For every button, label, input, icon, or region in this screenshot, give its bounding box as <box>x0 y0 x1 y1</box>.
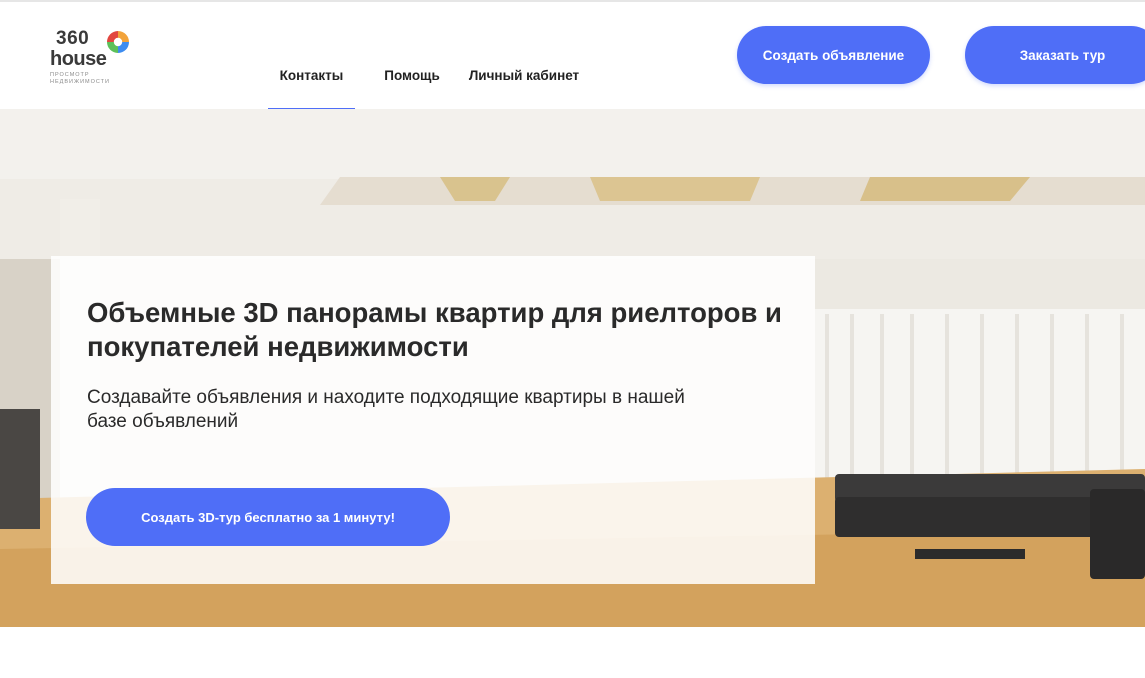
hero-section: Объемные 3D панорамы квартир для риелтор… <box>0 109 1145 627</box>
create-listing-button[interactable]: Создать объявление <box>737 26 930 84</box>
create-3d-tour-button[interactable]: Создать 3D-тур бесплатно за 1 минуту! <box>86 488 450 546</box>
hero-title: Объемные 3D панорамы квартир для риелтор… <box>87 297 782 362</box>
logo-subtitle-line1: ПРОСМОТР <box>50 72 90 78</box>
nav-item-help[interactable]: Помощь <box>372 56 452 111</box>
logo-subtitle-line2: НЕДВИЖИМОСТИ <box>50 79 110 85</box>
nav-item-account[interactable]: Личный кабинет <box>464 56 584 111</box>
nav-item-contacts[interactable]: Контакты <box>268 56 355 111</box>
logo-subtitle: ПРОСМОТР НЕДВИЖИМОСТИ <box>50 72 110 86</box>
site-header: 360 house ПРОСМОТР НЕДВИЖИМОСТИ Контакты… <box>0 2 1145 111</box>
hero-card: Объемные 3D панорамы квартир для риелтор… <box>51 256 815 584</box>
order-tour-button[interactable]: Заказать тур <box>965 26 1145 84</box>
hero-text: Создавайте объявления и находите подходя… <box>87 387 685 432</box>
logo[interactable]: 360 house ПРОСМОТР НЕДВИЖИМОСТИ <box>50 28 140 90</box>
logo-mark-icon <box>107 31 129 53</box>
logo-word: house <box>50 48 107 70</box>
logo-number: 360 <box>56 28 90 49</box>
